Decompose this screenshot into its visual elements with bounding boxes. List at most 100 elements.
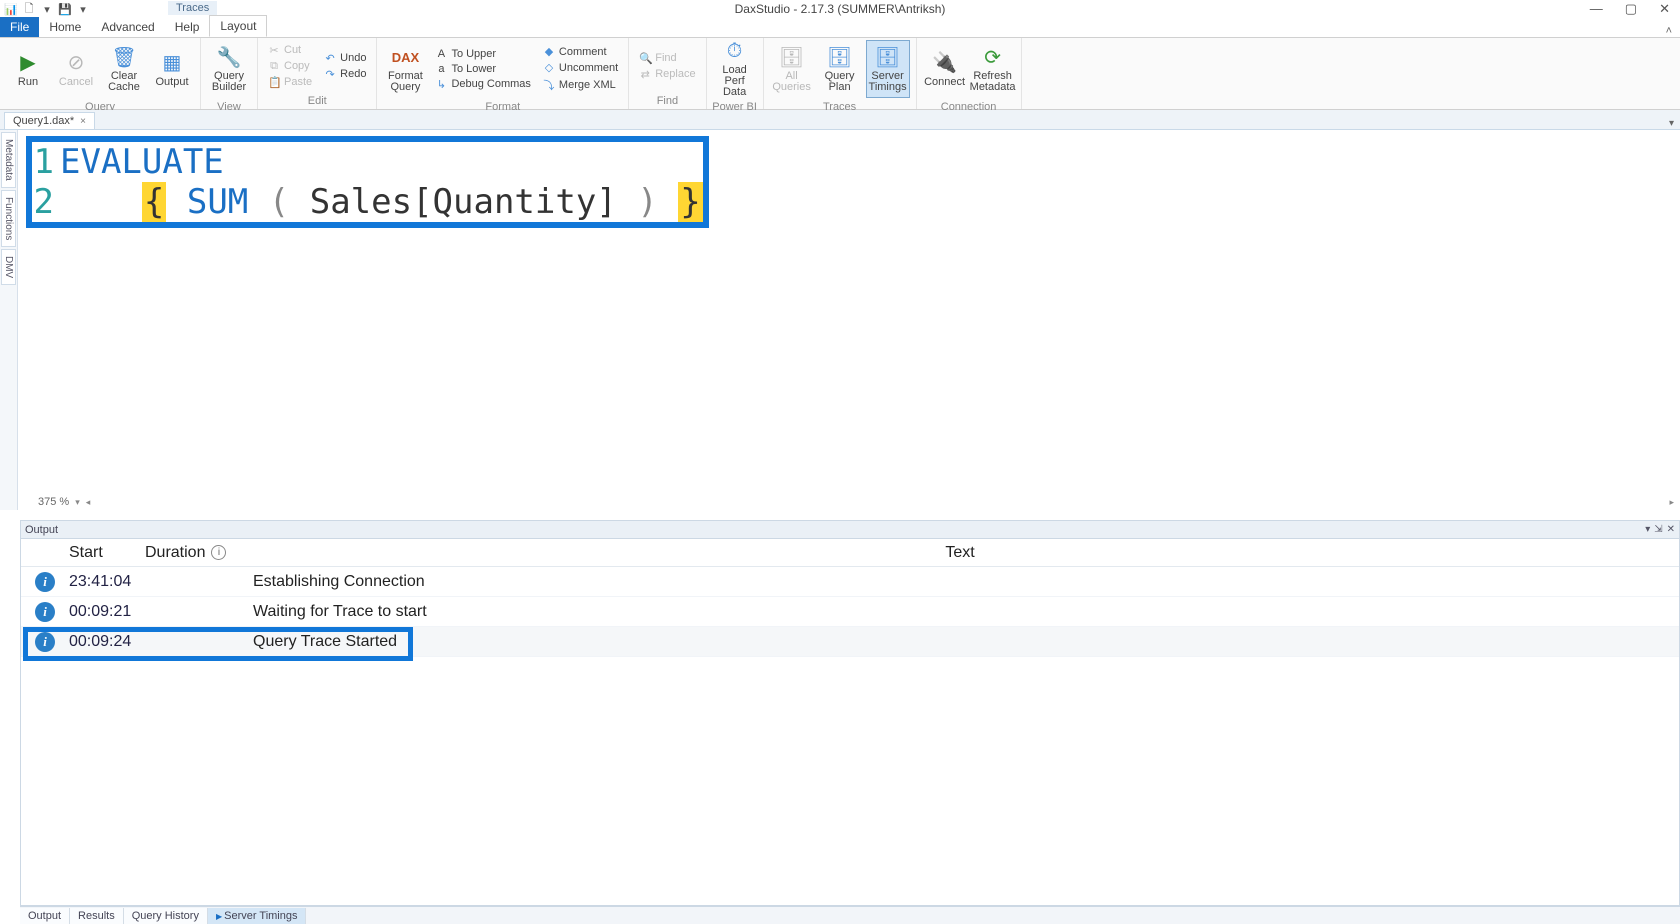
paste-icon: 📋 <box>268 76 280 89</box>
merge-xml-button[interactable]: ⤵Merge XML <box>539 76 622 94</box>
scroll-left-icon[interactable]: ◂ <box>86 497 91 508</box>
connect-button[interactable]: 🔌 Connect <box>923 40 967 98</box>
output-columns: Start Durationi Text <box>21 539 1679 567</box>
code-editor[interactable]: 1 EVALUATE 2 { SUM ( Sales[Quantity] ) } <box>18 130 1680 510</box>
run-label: Run <box>18 76 38 88</box>
minimize-button[interactable]: — <box>1590 1 1603 17</box>
refresh-metadata-button[interactable]: ⟳Refresh Metadata <box>971 40 1015 98</box>
connect-label: Connect <box>924 76 965 88</box>
cancel-button[interactable]: ⊘Cancel <box>54 40 98 98</box>
output-button[interactable]: ▦Output <box>150 40 194 98</box>
info-icon: i <box>35 602 55 622</box>
tab-home[interactable]: Home <box>39 17 91 37</box>
col-start[interactable]: Start <box>69 544 145 562</box>
quick-access-toolbar: 📊 🗋 ▾ 💾 ▾ <box>0 2 90 16</box>
merge-icon: ⤵ <box>543 77 555 93</box>
undo-button[interactable]: ↶Undo <box>320 51 370 66</box>
run-button[interactable]: ▶Run <box>6 40 50 98</box>
output-title: Output <box>25 524 58 536</box>
clear-cache-icon: 🗑 <box>112 45 136 69</box>
output-dropdown-icon[interactable]: ▾ <box>1645 524 1650 535</box>
comment-button[interactable]: ◆Comment <box>539 44 622 59</box>
doc-tab-query1[interactable]: Query1.dax* × <box>4 112 95 129</box>
clear-cache-label: Clear Cache <box>102 71 146 93</box>
uncomment-button[interactable]: ◇Uncomment <box>539 60 622 75</box>
output-row[interactable]: i 23:41:04 Establishing Connection <box>21 567 1679 597</box>
side-tab-functions[interactable]: Functions <box>1 190 16 247</box>
cut-button[interactable]: ✂Cut <box>264 43 316 58</box>
clear-cache-button[interactable]: 🗑Clear Cache <box>102 40 146 98</box>
qat-new-icon[interactable]: 🗋 <box>22 2 36 16</box>
bottom-tab-server-timings[interactable]: ▶Server Timings <box>208 908 307 924</box>
side-tab-dmv[interactable]: DMV <box>1 249 16 285</box>
row-text: Establishing Connection <box>241 573 1679 591</box>
redo-icon: ↷ <box>324 68 336 81</box>
group-connection: 🔌Connect ⟳Refresh Metadata Connection <box>917 38 1022 109</box>
connect-icon: 🔌 <box>933 50 957 74</box>
workspace: Metadata Functions DMV 1 EVALUATE 2 { SU… <box>0 130 1680 510</box>
paste-button[interactable]: 📋Paste <box>264 75 316 90</box>
load-perf-button[interactable]: ⏱Load Perf Data <box>713 40 757 98</box>
document-tabs: Query1.dax* × ▾ <box>0 110 1680 130</box>
zoom-level[interactable]: 375 % <box>38 496 69 508</box>
side-tab-metadata[interactable]: Metadata <box>1 132 16 188</box>
qat-app-icon: 📊 <box>4 2 18 16</box>
output-table: Start Durationi Text i 23:41:04 Establis… <box>21 539 1679 657</box>
bottom-tab-results[interactable]: Results <box>70 908 124 924</box>
wrench-icon: 🔧 <box>217 45 241 69</box>
output-row[interactable]: i 00:09:24 Query Trace Started <box>21 627 1679 657</box>
copy-button[interactable]: ⧉Copy <box>264 59 316 74</box>
line-number: 1 <box>32 142 60 182</box>
doc-tab-close-icon[interactable]: × <box>80 116 86 127</box>
server-timings-label: Server Timings <box>867 71 909 93</box>
cut-icon: ✂ <box>268 44 280 57</box>
bottom-tab-output[interactable]: Output <box>20 908 70 924</box>
all-queries-icon: 🗄 <box>780 45 804 69</box>
token-evaluate: EVALUATE <box>60 142 224 182</box>
tab-advanced[interactable]: Advanced <box>91 17 164 37</box>
tab-file[interactable]: File <box>0 17 39 37</box>
qat-dropdown2-icon[interactable]: ▾ <box>76 2 90 16</box>
output-panel: Output ▾ ⇲ ✕ Start Durationi Text i 23:4… <box>20 520 1680 906</box>
tab-layout[interactable]: Layout <box>209 15 267 37</box>
copy-icon: ⧉ <box>268 60 280 73</box>
tab-help[interactable]: Help <box>165 17 210 37</box>
cancel-icon: ⊘ <box>64 50 88 74</box>
query-plan-icon: 🗄 <box>828 45 852 69</box>
ribbon-collapse-icon[interactable]: ˄ <box>1666 25 1672 37</box>
doc-tabs-dropdown-icon[interactable]: ▾ <box>1669 118 1674 129</box>
ribbon-tabs: Traces File Home Advanced Help Layout ˄ <box>0 18 1680 38</box>
all-queries-button[interactable]: 🗄All Queries <box>770 40 814 98</box>
group-label-edit: Edit <box>258 94 376 109</box>
qat-save-icon[interactable]: 💾 <box>58 2 72 16</box>
info-icon[interactable]: i <box>211 545 226 560</box>
window-title: DaxStudio - 2.17.3 (SUMMER\Antriksh) <box>735 2 946 16</box>
to-lower-button[interactable]: aTo Lower <box>431 62 534 76</box>
code-line-1: 1 EVALUATE <box>32 142 703 182</box>
redo-button[interactable]: ↷Redo <box>320 67 370 82</box>
to-upper-button[interactable]: ATo Upper <box>431 47 534 61</box>
debug-commas-button[interactable]: ↳Debug Commas <box>431 77 534 92</box>
scroll-right-icon[interactable]: ▸ <box>1669 497 1674 508</box>
output-close-icon[interactable]: ✕ <box>1667 524 1675 535</box>
output-row[interactable]: i 00:09:21 Waiting for Trace to start <box>21 597 1679 627</box>
code-highlight-box: 1 EVALUATE 2 { SUM ( Sales[Quantity] ) } <box>26 136 709 228</box>
doc-tab-label: Query1.dax* <box>13 115 74 127</box>
close-button[interactable]: ✕ <box>1659 1 1670 17</box>
server-timings-icon: 🗄 <box>876 45 900 69</box>
qat-dropdown-icon[interactable]: ▾ <box>40 2 54 16</box>
bottom-tab-history[interactable]: Query History <box>124 908 208 924</box>
col-text[interactable]: Text <box>241 544 1679 562</box>
token-left-paren: ( <box>269 182 289 222</box>
replace-button[interactable]: ⇄Replace <box>635 67 699 82</box>
maximize-button[interactable]: ▢ <box>1625 1 1637 17</box>
query-plan-button[interactable]: 🗄Query Plan <box>818 40 862 98</box>
token-right-brace: } <box>678 182 702 222</box>
output-pin-icon[interactable]: ⇲ <box>1654 524 1662 535</box>
col-duration[interactable]: Durationi <box>145 544 241 562</box>
find-button[interactable]: 🔍Find <box>635 51 699 66</box>
zoom-dropdown-icon[interactable]: ▾ <box>75 497 80 508</box>
format-query-button[interactable]: DAXFormat Query <box>383 40 427 98</box>
query-builder-button[interactable]: 🔧Query Builder <box>207 40 251 98</box>
server-timings-button[interactable]: 🗄Server Timings <box>866 40 910 98</box>
